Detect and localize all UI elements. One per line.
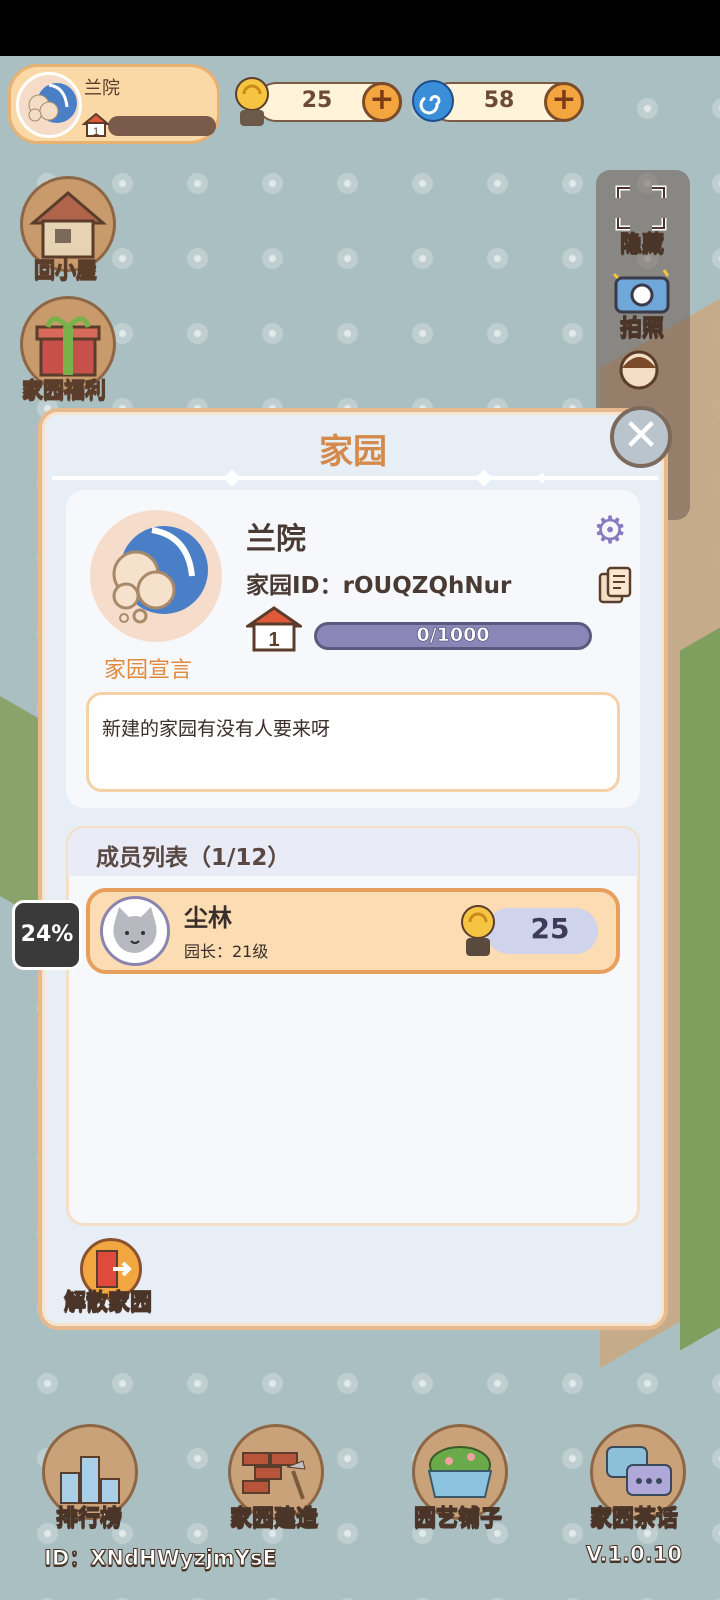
garden-shop-label[interactable]: 园艺铺子 xyxy=(413,1500,502,1532)
manifesto-box[interactable] xyxy=(86,692,620,792)
user-id: ID：XNdHWyzjmYsE xyxy=(44,1546,278,1571)
snail-icon xyxy=(235,77,269,126)
grass-tile-left xyxy=(0,672,40,920)
member-score: 25 xyxy=(530,912,570,945)
dissolve-label[interactable]: 解散家园 xyxy=(63,1284,152,1316)
profile-avatar[interactable] xyxy=(16,72,82,138)
member-name: 尘林 xyxy=(184,904,232,932)
dialog-title: 家园 xyxy=(319,432,387,472)
members-title: 成员列表（1/12） xyxy=(96,845,291,871)
member-avatar[interactable] xyxy=(100,896,170,966)
character-icon[interactable] xyxy=(614,348,664,392)
hide-label[interactable]: 隐藏 xyxy=(619,226,664,258)
manifesto-text: 新建的家园有没有人要来呀 xyxy=(102,718,331,740)
home-exp-text: 0/1000 xyxy=(416,624,490,647)
profile-exp-bar xyxy=(108,116,216,136)
grass-tile xyxy=(680,581,720,1351)
level-house-icon: 1 xyxy=(82,112,110,138)
cloud-wave-icon xyxy=(112,526,208,624)
hide-icon[interactable] xyxy=(614,184,668,232)
members-card xyxy=(66,826,640,1226)
welfare-label: 家园福利 xyxy=(22,378,107,403)
cloud-wave-icon xyxy=(28,83,77,123)
level-house-icon: 1 xyxy=(246,606,302,652)
ranking-label[interactable]: 排行榜 xyxy=(55,1500,122,1532)
photo-label[interactable]: 拍照 xyxy=(619,310,664,342)
home-id: 家园ID：rOUQZQhNur xyxy=(246,573,512,599)
version: V.1.0.10 xyxy=(586,1542,683,1567)
member-role: 园长：21级 xyxy=(184,942,269,961)
add-snail-button[interactable]: + xyxy=(362,82,402,122)
add-swirl-button[interactable]: + xyxy=(544,82,584,122)
manifesto-label: 家园宣言 xyxy=(104,658,193,683)
snail-icon xyxy=(461,905,495,956)
home-label: 回小屋 xyxy=(34,258,98,283)
percent-badge[interactable]: 24% xyxy=(12,900,82,970)
swirl-count: 58 xyxy=(483,88,515,113)
snail-count: 25 xyxy=(301,88,333,113)
home-name: 兰院 xyxy=(246,522,306,557)
chat-label[interactable]: 家园茶话 xyxy=(589,1500,678,1532)
home-avatar[interactable] xyxy=(90,510,222,642)
title-divider xyxy=(52,476,658,480)
camera-icon[interactable] xyxy=(610,268,672,314)
gear-icon[interactable]: ⚙ xyxy=(590,510,630,550)
swirl-icon xyxy=(412,80,454,122)
copy-icon[interactable] xyxy=(598,566,632,604)
home-level-text: 1 xyxy=(268,629,279,651)
profile-level-text: 1 xyxy=(93,126,99,138)
close-button[interactable]: ✕ xyxy=(610,406,672,468)
build-label[interactable]: 家园建造 xyxy=(229,1500,318,1532)
profile-name: 兰院 xyxy=(84,78,120,99)
cat-face-icon xyxy=(113,907,157,953)
